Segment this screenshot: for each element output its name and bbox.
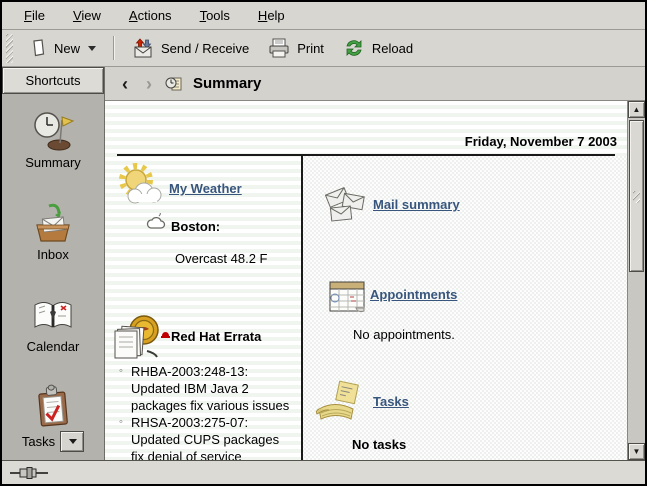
sidebar-item-tasks[interactable]: Tasks [22, 384, 84, 452]
weather-location: Boston: [171, 219, 220, 234]
page-title: Summary [193, 75, 261, 92]
toolbar-drag-handle[interactable] [6, 34, 13, 63]
summary-view: ‹ › Summary [105, 67, 645, 460]
errata-item-1-line-3[interactable]: packages fix various issues [121, 397, 289, 414]
reload-label: Reload [372, 41, 413, 56]
errata-title: Red Hat Errata [171, 329, 261, 344]
menubar: File View Actions Tools Help [2, 2, 645, 30]
scroll-down-icon: ▼ [633, 447, 641, 456]
scroll-up-icon: ▲ [633, 105, 641, 114]
errata-item-2-line-3[interactable]: fix denial of service [121, 448, 289, 460]
main-area: Shortcuts Summary [2, 67, 645, 460]
send-receive-label: Send / Receive [161, 41, 249, 56]
sidebar-item-calendar-label: Calendar [27, 339, 80, 354]
send-receive-icon [131, 36, 155, 60]
print-label: Print [297, 41, 324, 56]
tasks-dropdown-button[interactable] [60, 431, 84, 452]
scrollbar-thumb[interactable] [629, 120, 644, 272]
chevron-down-icon[interactable] [88, 46, 96, 51]
send-receive-button[interactable]: Send / Receive [124, 31, 256, 65]
errata-list: ◦ RHBA-2003:248-13: Updated IBM Java 2 p… [121, 363, 289, 460]
column-divider [301, 155, 303, 460]
summary-header-icon [165, 75, 183, 93]
tasks-empty-text: No tasks [352, 437, 406, 452]
back-icon[interactable]: ‹ [117, 76, 133, 92]
menu-actions[interactable]: Actions [117, 4, 184, 27]
errata-item-1-line-2[interactable]: Updated IBM Java 2 [121, 380, 289, 397]
scrollbar-grip [633, 191, 640, 203]
new-button-label: New [54, 41, 80, 56]
shortcuts-sidebar: Shortcuts Summary [2, 67, 105, 460]
view-header: ‹ › Summary [105, 67, 645, 101]
new-document-icon [28, 38, 48, 58]
new-button[interactable]: New [21, 33, 103, 63]
red-hat-errata-icon [109, 313, 163, 367]
scroll-down-button[interactable]: ▼ [628, 443, 645, 460]
red-hat-icon [161, 332, 170, 341]
appointments-link[interactable]: Appointments [370, 287, 457, 302]
date-rule [117, 154, 615, 156]
sidebar-item-inbox-label: Inbox [37, 247, 69, 262]
summary-date: Friday, November 7 2003 [465, 134, 617, 149]
errata-item-2-line-1[interactable]: ◦ RHSA-2003:275-07: [121, 414, 289, 431]
menu-file[interactable]: File [12, 4, 57, 27]
tasks-icon [31, 384, 75, 428]
statusbar [2, 460, 645, 484]
summary-content: Friday, November 7 2003 [105, 101, 627, 460]
shortcuts-list: Summary [2, 94, 104, 460]
evolution-window: File View Actions Tools Help New [0, 0, 647, 486]
online-status-button[interactable] [10, 466, 48, 480]
weather-icon [115, 161, 165, 211]
menu-tools[interactable]: Tools [188, 4, 242, 27]
small-cloud-icon [145, 213, 167, 233]
reload-button[interactable]: Reload [335, 31, 420, 65]
vertical-scrollbar: ▲ ▼ [627, 101, 645, 460]
print-icon [267, 36, 291, 60]
sidebar-item-calendar[interactable]: Calendar [27, 292, 80, 354]
sidebar-item-inbox[interactable]: Inbox [31, 200, 75, 262]
scroll-up-button[interactable]: ▲ [628, 101, 645, 118]
content-wrap: Friday, November 7 2003 [105, 101, 645, 460]
appointments-empty-text: No appointments. [353, 327, 455, 342]
sidebar-item-summary[interactable]: Summary [25, 108, 81, 170]
bullet-icon: ◦ [119, 363, 123, 380]
toolbar: New Send / Receive [2, 30, 645, 67]
summary-icon [31, 108, 75, 152]
tasks-link[interactable]: Tasks [373, 394, 409, 409]
menu-help[interactable]: Help [246, 4, 297, 27]
mail-summary-link[interactable]: Mail summary [373, 197, 460, 212]
errata-title-row: Red Hat Errata [161, 329, 261, 344]
inbox-icon [31, 200, 75, 244]
scrollbar-trough[interactable] [628, 118, 645, 443]
weather-conditions: Overcast 48.2 F [175, 251, 267, 266]
shortcuts-group-button[interactable]: Shortcuts [2, 67, 104, 94]
chevron-down-icon [69, 439, 77, 444]
bullet-icon: ◦ [119, 414, 123, 431]
appointments-icon [325, 273, 369, 317]
print-button[interactable]: Print [260, 31, 331, 65]
sidebar-item-tasks-label: Tasks [22, 434, 55, 449]
my-weather-link[interactable]: My Weather [169, 181, 242, 196]
mail-summary-icon [323, 181, 371, 229]
reload-icon [342, 36, 366, 60]
calendar-icon [31, 292, 75, 336]
toolbar-separator [113, 36, 114, 60]
menu-view[interactable]: View [61, 4, 113, 27]
forward-icon[interactable]: › [141, 76, 157, 92]
sidebar-item-summary-label: Summary [25, 155, 81, 170]
errata-item-1-line-1[interactable]: ◦ RHBA-2003:248-13: [121, 363, 289, 380]
errata-item-2-line-2[interactable]: Updated CUPS packages [121, 431, 289, 448]
connector-icon [10, 466, 48, 480]
tasks-summary-icon [313, 377, 365, 429]
shortcuts-group-label: Shortcuts [26, 73, 81, 88]
